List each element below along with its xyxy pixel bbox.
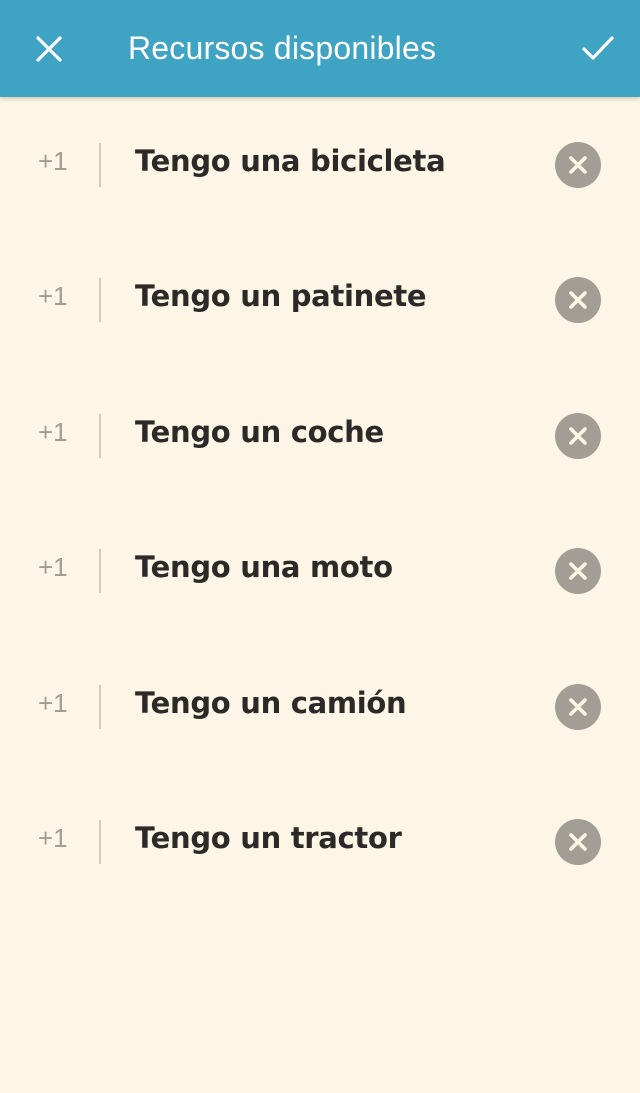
confirm-button[interactable] xyxy=(570,20,626,76)
remove-button[interactable] xyxy=(555,548,601,595)
close-icon xyxy=(36,36,62,62)
resource-label[interactable]: Tengo una moto xyxy=(135,547,393,587)
remove-button[interactable] xyxy=(555,142,601,188)
divider xyxy=(99,278,101,323)
list-item: +1 Tengo un tractor xyxy=(0,774,640,909)
divider xyxy=(99,413,101,458)
list-item: +1 Tengo un patinete xyxy=(0,232,640,367)
divider xyxy=(99,684,101,729)
list-item: +1 Tengo una bicicleta xyxy=(0,97,640,232)
divider xyxy=(99,549,101,594)
increment-button[interactable]: +1 xyxy=(38,412,78,452)
divider xyxy=(99,819,101,864)
increment-button[interactable]: +1 xyxy=(38,683,78,723)
close-icon xyxy=(569,833,587,851)
resource-label[interactable]: Tengo un coche xyxy=(135,412,384,452)
close-icon xyxy=(569,697,587,716)
list-item: +1 Tengo una moto xyxy=(0,503,640,638)
close-icon xyxy=(569,156,587,174)
page-title: Recursos disponibles xyxy=(128,30,437,66)
resource-list: +1 Tengo una bicicleta +1 Tengo un patin… xyxy=(0,97,640,909)
close-button[interactable] xyxy=(22,22,76,76)
remove-button[interactable] xyxy=(555,277,601,324)
close-icon xyxy=(569,291,587,310)
resource-label[interactable]: Tengo un patinete xyxy=(135,276,427,316)
resource-label[interactable]: Tengo una bicicleta xyxy=(135,141,446,181)
close-icon xyxy=(569,426,587,445)
remove-button[interactable] xyxy=(555,412,601,459)
list-item: +1 Tengo un camión xyxy=(0,639,640,774)
resource-label[interactable]: Tengo un camión xyxy=(135,683,407,723)
increment-button[interactable]: +1 xyxy=(38,547,78,587)
increment-button[interactable]: +1 xyxy=(38,141,78,181)
close-icon xyxy=(569,562,587,580)
remove-button[interactable] xyxy=(555,818,601,865)
resource-label[interactable]: Tengo un tractor xyxy=(135,818,402,858)
check-icon xyxy=(582,36,614,60)
top-app-bar: Recursos disponibles xyxy=(0,0,640,97)
list-item: +1 Tengo un coche xyxy=(0,368,640,503)
increment-button[interactable]: +1 xyxy=(38,818,78,858)
increment-button[interactable]: +1 xyxy=(38,276,78,316)
remove-button[interactable] xyxy=(555,683,601,730)
divider xyxy=(99,143,101,187)
